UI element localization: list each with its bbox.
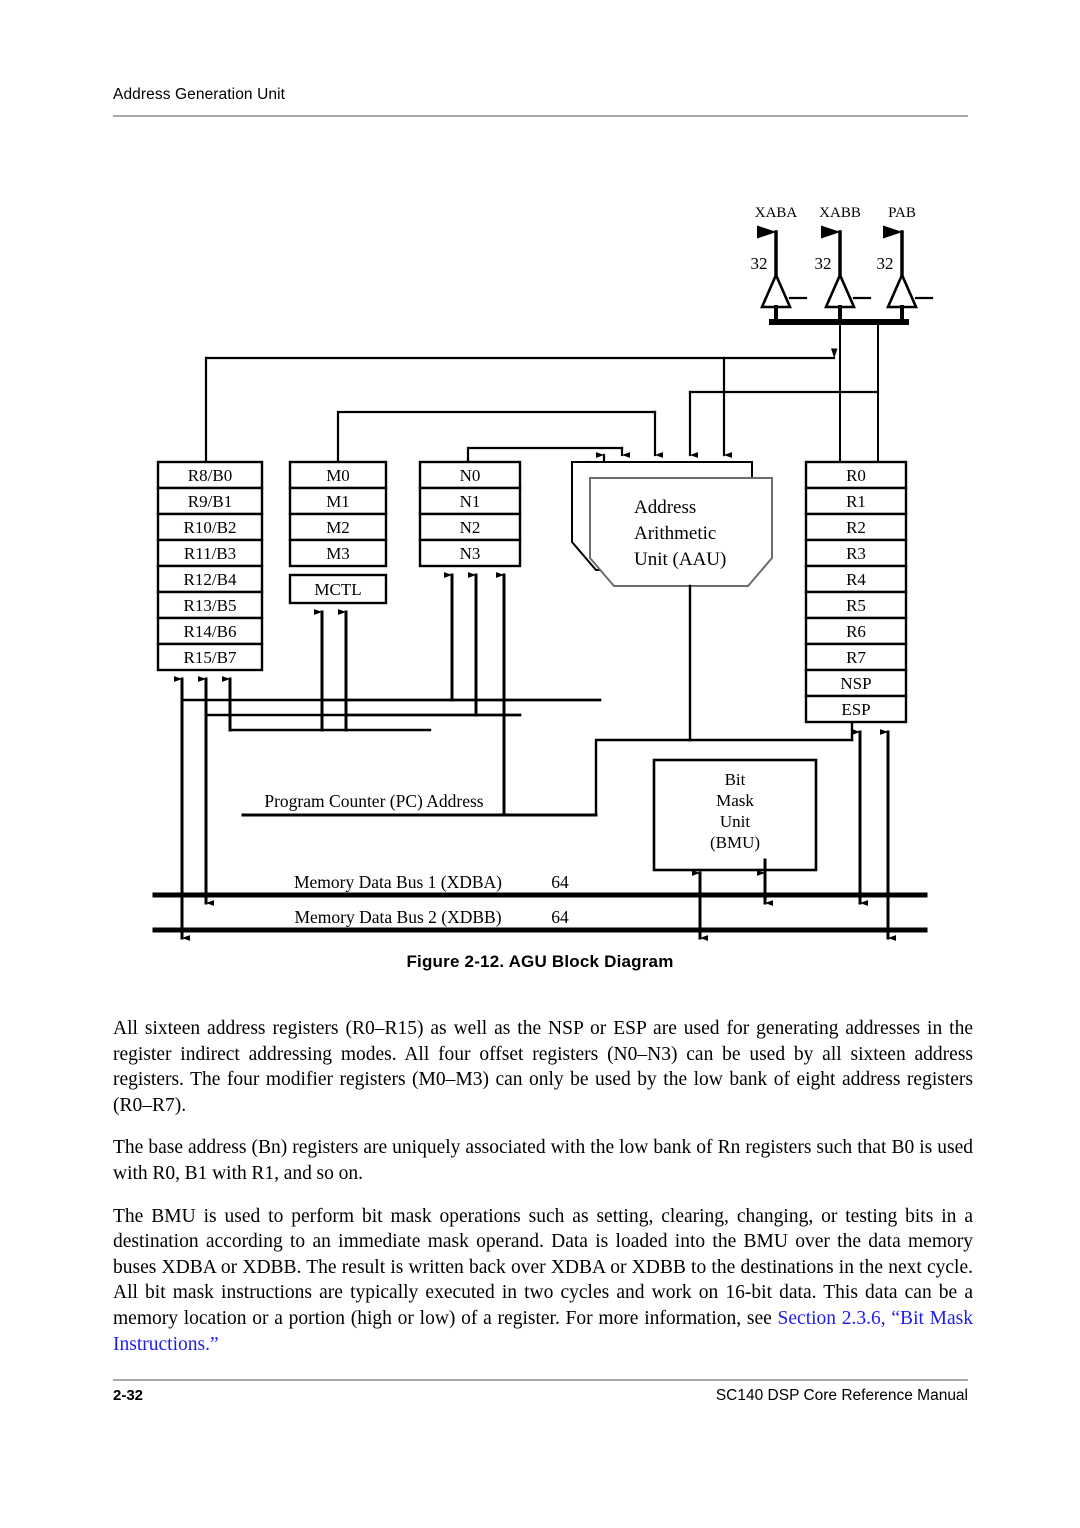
memory-bus-2-width: 64 [551, 907, 569, 927]
manual-title: SC140 DSP Core Reference Manual [715, 1387, 968, 1404]
reg-r8b0: R8/B0 [188, 466, 232, 485]
reg-mctl: MCTL [314, 580, 361, 599]
aau-label-line-3: Unit (AAU) [634, 549, 726, 570]
running-head: Address Generation Unit [113, 86, 286, 103]
memory-bus-1-label: Memory Data Bus 1 (XDBA) [294, 872, 502, 892]
reg-n2: N2 [460, 518, 481, 537]
bmu-label-line-4: (BMU) [710, 833, 760, 852]
reg-r4: R4 [846, 570, 866, 589]
pc-address-bus-label: Program Counter (PC) Address [264, 791, 483, 811]
reg-r10b2: R10/B2 [184, 518, 237, 537]
bus-label-pab: PAB [888, 205, 916, 221]
footer-rule [113, 1379, 968, 1381]
figure-caption: Figure 2-12. AGU Block Diagram [406, 952, 674, 971]
reg-m1: M1 [326, 492, 350, 511]
reg-m2: M2 [326, 518, 350, 537]
reg-r11b3: R11/B3 [184, 544, 236, 563]
document-page: Address Generation Unit XABA XABB PAB 32… [0, 0, 1080, 1528]
reg-m0: M0 [326, 466, 350, 485]
reg-r5: R5 [846, 596, 866, 615]
reg-m3: M3 [326, 544, 350, 563]
memory-bus-2-label: Memory Data Bus 2 (XDBB) [294, 907, 501, 927]
register-bank-high: R8/B0 R9/B1 R10/B2 R11/B3 R12/B4 R13/B5 … [156, 460, 264, 672]
reg-r9b1: R9/B1 [188, 492, 232, 511]
bmu-block: Bit Mask Unit (BMU) [652, 758, 818, 872]
reg-r1: R1 [846, 492, 866, 511]
bus-width-pab: 32 [877, 254, 894, 273]
reg-esp: ESP [841, 700, 870, 719]
reg-r13b5: R13/B5 [184, 596, 237, 615]
reg-n1: N1 [460, 492, 481, 511]
reg-r12b4: R12/B4 [184, 570, 237, 589]
reg-r3: R3 [846, 544, 866, 563]
bus-label-xabb: XABB [819, 205, 861, 221]
bus-width-xabb: 32 [815, 254, 832, 273]
reg-nsp: NSP [840, 674, 871, 693]
bus-width-xaba: 32 [751, 254, 768, 273]
header-rule [113, 115, 968, 117]
paragraph-3: The BMU is used to perform bit mask oper… [113, 1204, 973, 1358]
reg-r15b7: R15/B7 [184, 648, 237, 667]
bmu-label-line-2: Mask [716, 791, 754, 810]
reg-r14b6: R14/B6 [184, 622, 237, 641]
paragraph-2: The base address (Bn) registers are uniq… [113, 1137, 973, 1184]
aau-block: Address Arithmetic Unit (AAU) [571, 461, 773, 587]
aau-label-line-1: Address [634, 497, 696, 518]
reg-r2: R2 [846, 518, 866, 537]
aau-label-line-2: Arithmetic [634, 523, 716, 544]
reg-n0: N0 [460, 466, 481, 485]
reg-r6: R6 [846, 622, 866, 641]
register-bank-low: R0 R1 R2 R3 R4 R5 R6 R7 NSP ESP [804, 460, 908, 724]
reg-r0: R0 [846, 466, 866, 485]
body-text: All sixteen address registers (R0–R15) a… [113, 1016, 973, 1357]
bmu-label-line-3: Unit [720, 812, 751, 831]
bus-label-xaba: XABA [755, 205, 798, 221]
page-number: 2-32 [113, 1387, 144, 1404]
bmu-label-line-1: Bit [725, 770, 746, 789]
reg-r7: R7 [846, 648, 866, 667]
memory-bus-1-width: 64 [551, 872, 569, 892]
reg-n3: N3 [460, 544, 481, 563]
modifier-registers: M0 M1 M2 M3 MCTL [288, 460, 388, 605]
paragraph-1: All sixteen address registers (R0–R15) a… [113, 1018, 973, 1116]
figure-agu-block-diagram: XABA XABB PAB 32 32 32 R8/B0 R9/B1 R10/B… [0, 170, 1080, 950]
offset-registers: N0 N1 N2 N3 [418, 460, 522, 568]
